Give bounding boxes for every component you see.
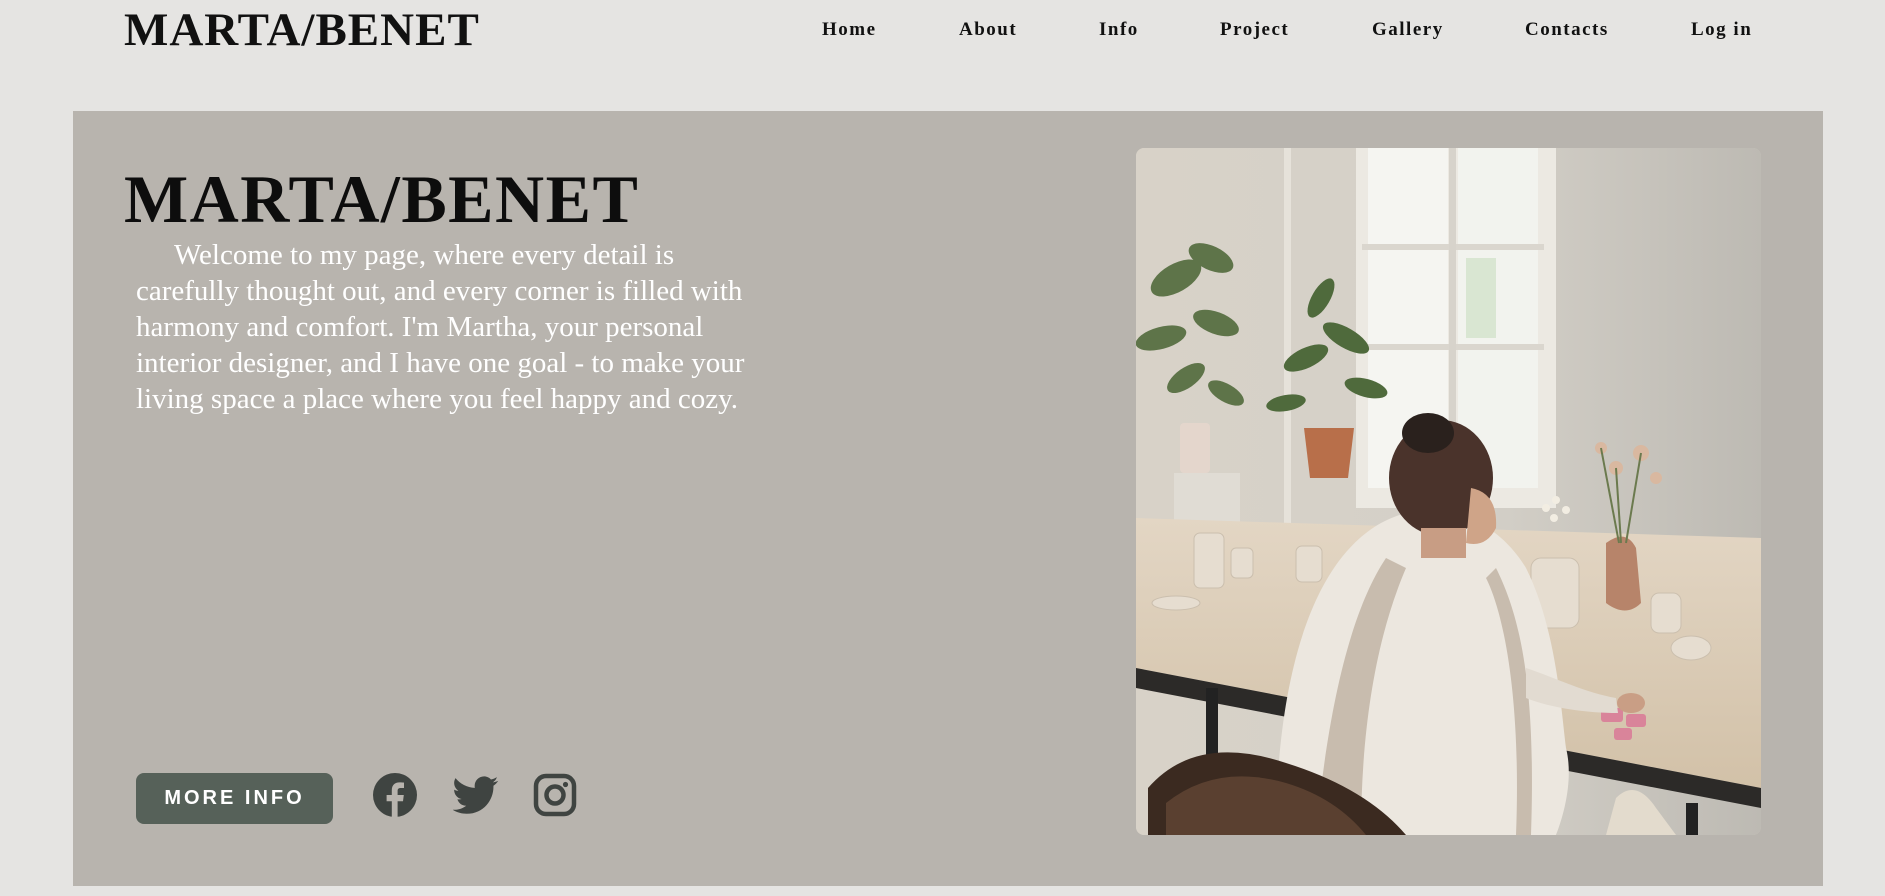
nav-about[interactable]: About xyxy=(959,18,1017,42)
nav-contacts[interactable]: Contacts xyxy=(1525,18,1609,42)
hero-title: MARTA/BENET xyxy=(124,161,640,237)
nav-login[interactable]: Log in xyxy=(1691,18,1752,42)
nav-info[interactable]: Info xyxy=(1099,18,1139,42)
main-nav: Home About Info Project Gallery Contacts… xyxy=(0,18,1885,42)
hero-description: Welcome to my page, where every detail i… xyxy=(136,239,745,415)
instagram-icon[interactable] xyxy=(532,772,578,818)
studio-photo xyxy=(1136,148,1761,835)
more-info-button[interactable]: MORE INFO xyxy=(136,773,333,824)
hero-section: MARTA/BENET Welcome to my page, where ev… xyxy=(73,111,1823,886)
twitter-icon[interactable] xyxy=(453,772,499,818)
nav-project[interactable]: Project xyxy=(1220,18,1289,42)
nav-gallery[interactable]: Gallery xyxy=(1372,18,1444,42)
facebook-icon[interactable] xyxy=(372,772,418,818)
site-header: MARTA/BENET Home About Info Project Gall… xyxy=(0,0,1885,70)
nav-home[interactable]: Home xyxy=(822,18,877,42)
